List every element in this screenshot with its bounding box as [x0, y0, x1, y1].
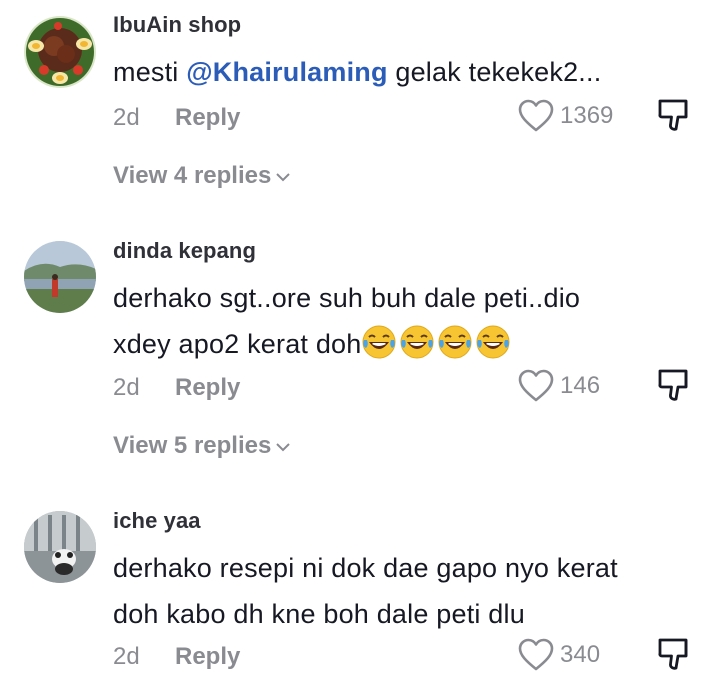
comment-username[interactable]: dinda kepang — [113, 238, 256, 264]
laughing-emoji-icon — [399, 324, 435, 360]
heart-icon[interactable] — [518, 369, 554, 403]
reply-button[interactable]: Reply — [175, 374, 240, 402]
like-count: 1369 — [560, 102, 614, 129]
view-replies-button[interactable]: View 5 replies — [113, 432, 291, 460]
heart-icon[interactable] — [518, 99, 554, 133]
chevron-down-icon — [276, 172, 291, 182]
reply-button[interactable]: Reply — [175, 643, 240, 671]
avatar[interactable] — [24, 16, 96, 88]
avatar[interactable] — [24, 241, 96, 313]
comment-username[interactable]: IbuAin shop — [113, 12, 241, 38]
dislike-icon[interactable] — [656, 636, 694, 672]
comment-text-suffix: gelak tekekek2... — [387, 57, 602, 87]
like-count: 340 — [560, 641, 601, 668]
view-replies-label: View 5 replies — [113, 432, 272, 459]
view-replies-button[interactable]: View 4 replies — [113, 162, 291, 190]
avatar[interactable] — [24, 511, 96, 583]
mention-link[interactable]: @Khairulaming — [186, 57, 387, 87]
like-count: 146 — [560, 372, 601, 399]
comment-text-line-2-text: xdey apo2 kerat doh — [113, 329, 362, 359]
comment-text: derhako resepi ni dok dae gapo nyo kerat… — [113, 545, 713, 637]
comment-text: mesti @Khairulaming gelak tekekek2... — [113, 49, 713, 95]
comment-text-line-2: doh kabo dh kne boh dale peti dlu — [113, 599, 525, 629]
comment-timestamp: 2d — [113, 104, 140, 131]
dislike-icon[interactable] — [656, 367, 694, 403]
comment-timestamp: 2d — [113, 374, 140, 401]
reply-button[interactable]: Reply — [175, 104, 240, 132]
comment-username[interactable]: iche yaa — [113, 508, 201, 534]
heart-icon[interactable] — [518, 638, 554, 672]
laughing-emoji-icon — [475, 324, 511, 360]
comment-text: derhako sgt..ore suh buh dale peti..dio … — [113, 275, 713, 367]
comment-text-prefix: mesti — [113, 57, 187, 87]
comment-text-line: derhako resepi ni dok dae gapo nyo kerat — [113, 553, 618, 583]
emoji-row — [361, 325, 513, 359]
comment-timestamp: 2d — [113, 643, 140, 670]
comment-text-line: derhako sgt..ore suh buh dale peti..dio — [113, 283, 581, 313]
dislike-icon[interactable] — [656, 97, 694, 133]
laughing-emoji-icon — [437, 324, 473, 360]
chevron-down-icon — [276, 442, 291, 452]
comment-text-line-2: xdey apo2 kerat doh — [113, 321, 713, 367]
laughing-emoji-icon — [361, 324, 397, 360]
view-replies-label: View 4 replies — [113, 162, 272, 189]
